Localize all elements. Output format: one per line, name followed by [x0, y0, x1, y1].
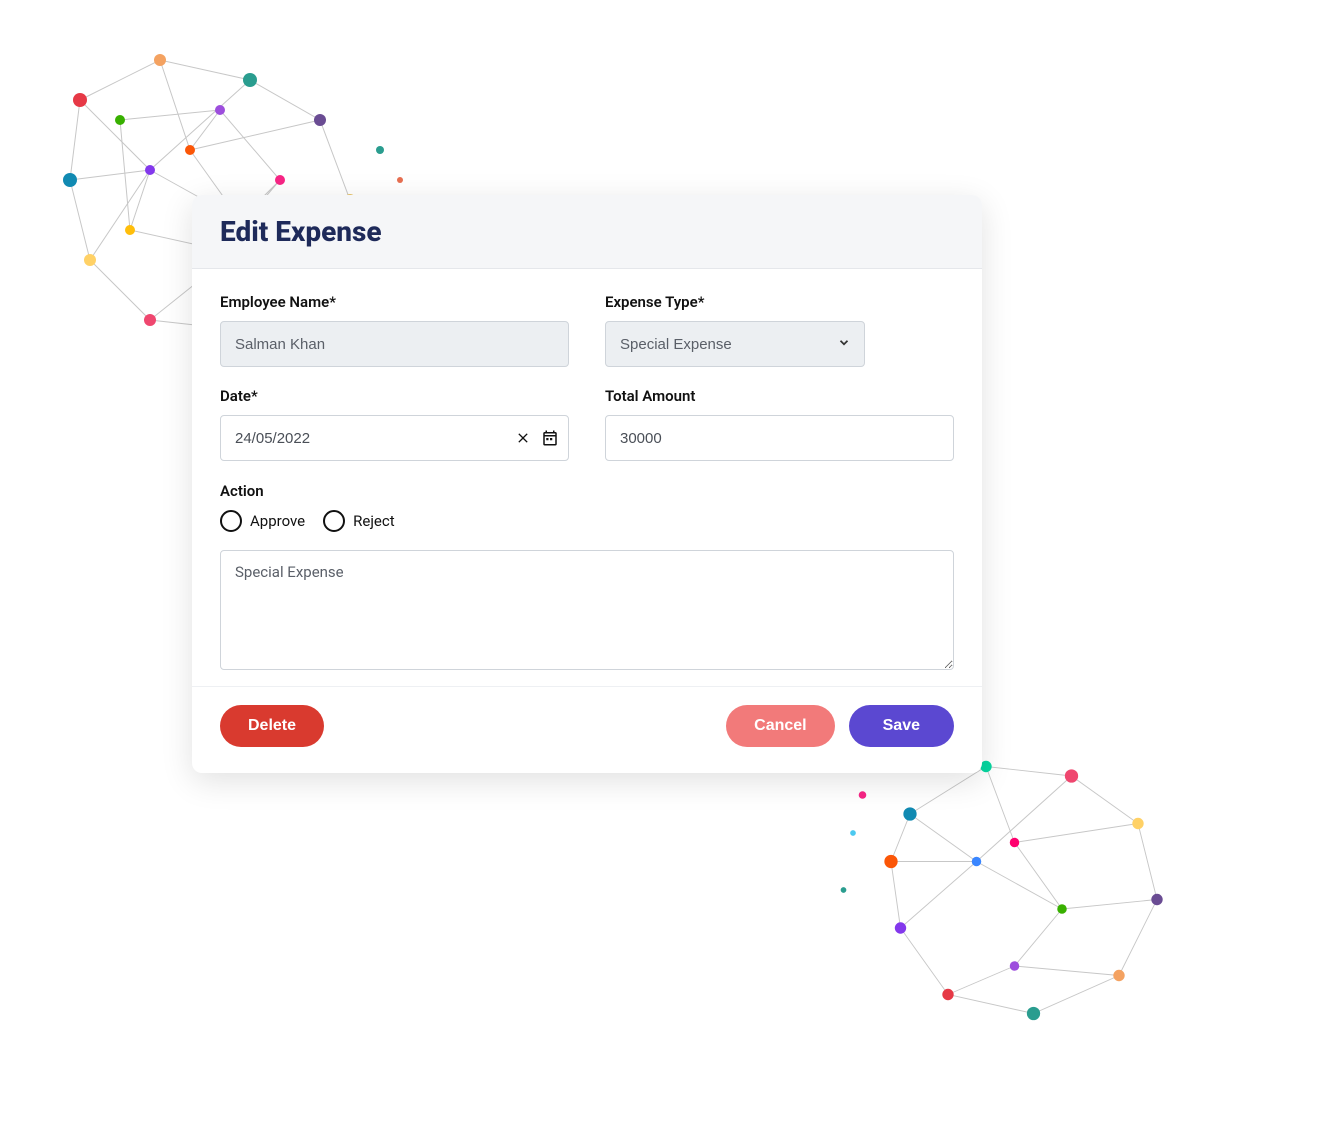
modal-title: Edit Expense [220, 215, 954, 248]
clear-date-icon[interactable] [515, 430, 531, 446]
radio-circle-icon [323, 510, 345, 532]
total-amount-label: Total Amount [605, 387, 954, 405]
approve-radio[interactable]: Approve [220, 510, 305, 532]
cancel-button[interactable]: Cancel [726, 705, 834, 747]
modal-header: Edit Expense [192, 195, 982, 269]
notes-textarea[interactable] [220, 550, 954, 670]
date-label: Date* [220, 387, 569, 405]
modal-footer: Delete Cancel Save [192, 686, 982, 773]
action-group: Action Approve Reject [220, 481, 954, 532]
expense-type-group: Expense Type* Special Expense [605, 293, 954, 367]
total-amount-input[interactable] [605, 415, 954, 461]
radio-circle-icon [220, 510, 242, 532]
save-button[interactable]: Save [849, 705, 954, 747]
total-amount-group: Total Amount [605, 387, 954, 461]
action-label: Action [220, 482, 264, 500]
expense-type-label: Expense Type* [605, 293, 954, 311]
edit-expense-modal: Edit Expense Employee Name* Expense Type… [192, 195, 982, 773]
calendar-icon[interactable] [541, 429, 559, 447]
delete-button[interactable]: Delete [220, 705, 324, 747]
employee-name-input[interactable] [220, 321, 569, 367]
date-group: Date* [220, 387, 569, 461]
modal-body: Employee Name* Expense Type* Special Exp… [192, 269, 982, 686]
employee-name-label: Employee Name* [220, 293, 569, 311]
employee-name-group: Employee Name* [220, 293, 569, 367]
approve-radio-label: Approve [250, 512, 305, 530]
reject-radio-label: Reject [353, 512, 395, 530]
reject-radio[interactable]: Reject [323, 510, 395, 532]
expense-type-select[interactable]: Special Expense [605, 321, 865, 367]
